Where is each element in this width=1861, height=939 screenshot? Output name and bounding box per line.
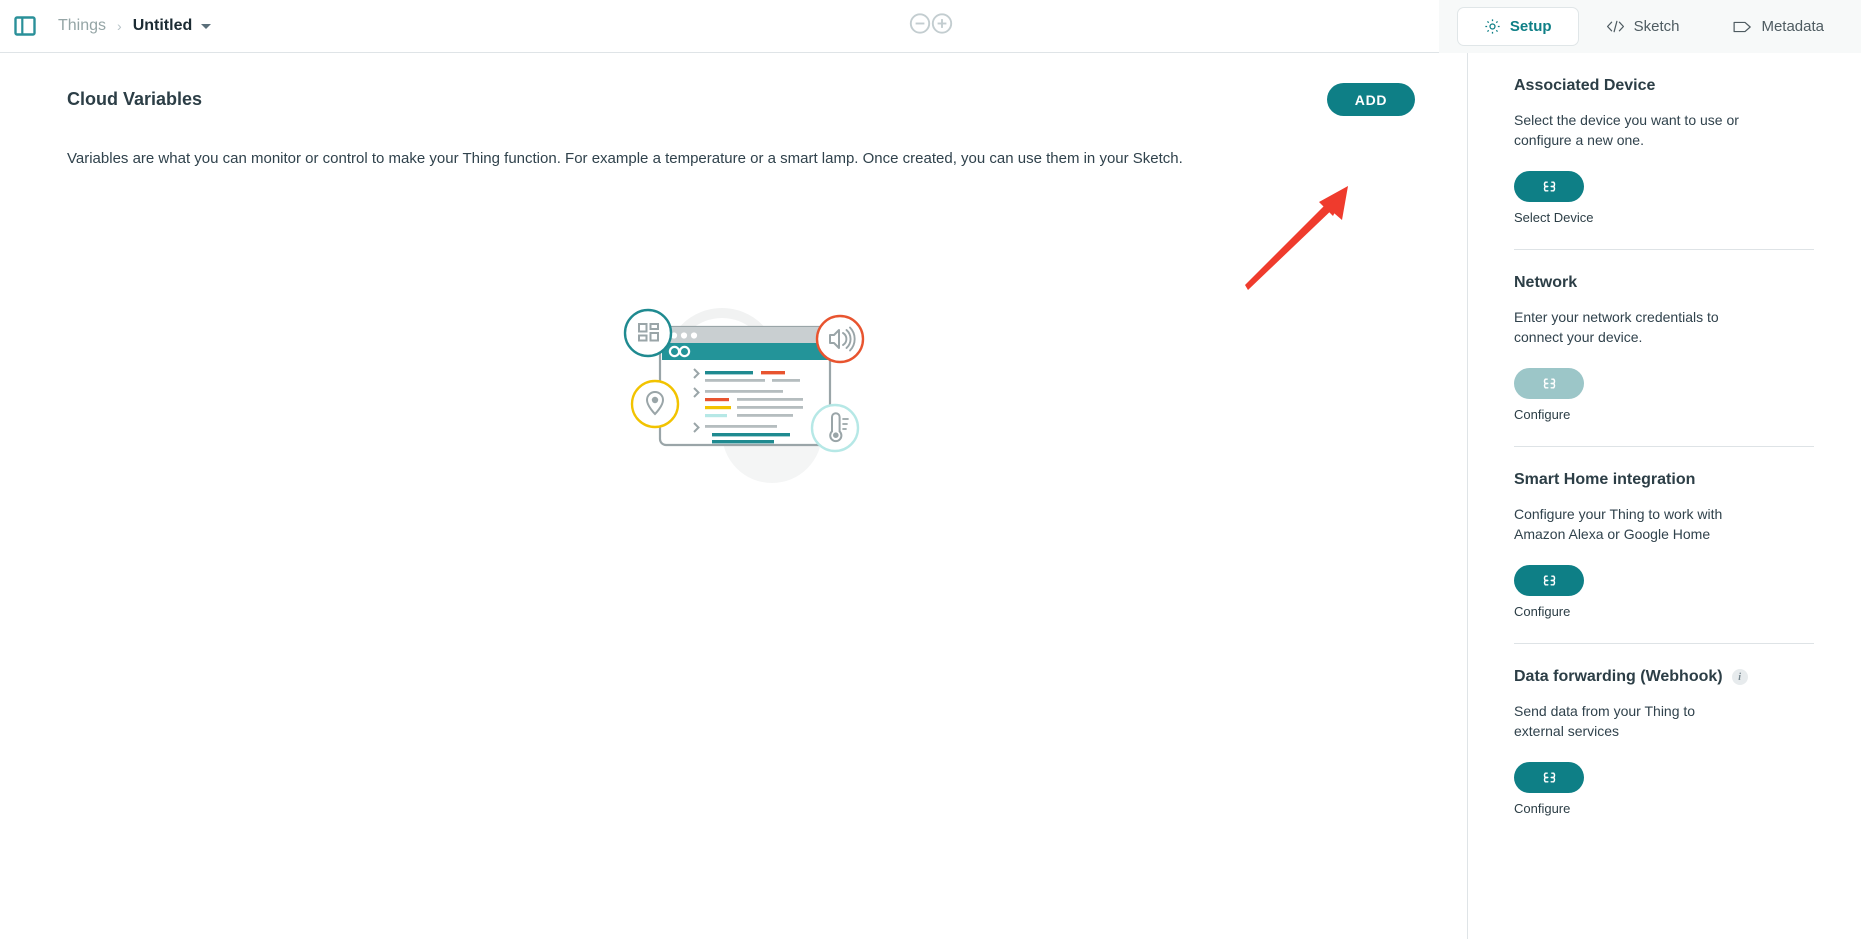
browser-window-illustration: [658, 325, 832, 447]
page-body: Cloud Variables ADD Variables are what y…: [0, 53, 1861, 939]
view-tabs: Setup Sketch Metadata: [1438, 0, 1861, 53]
location-pin-icon: [630, 379, 680, 429]
cloud-variables-header: Cloud Variables ADD: [0, 83, 1467, 116]
cloud-variables-description: Variables are what you can monitor or co…: [67, 150, 1183, 167]
sidebar-section-title: Network: [1514, 274, 1814, 292]
smart-home-configure-button[interactable]: [1514, 565, 1584, 596]
network-configure-button[interactable]: [1514, 368, 1584, 399]
select-device-button-label: Select Device: [1514, 210, 1594, 225]
sidebar-section-smart-home: Smart Home integration Configure your Th…: [1468, 447, 1860, 643]
cloud-variables-panel: Cloud Variables ADD Variables are what y…: [0, 53, 1468, 939]
associated-device-title: Associated Device: [1514, 77, 1656, 94]
top-bar: Things › Untitled Setup Sketch Metadata: [0, 0, 1861, 53]
smart-home-description: Configure your Thing to work with Amazon…: [1514, 506, 1723, 542]
link-chain-icon: [1543, 772, 1555, 783]
cloud-variables-empty-state-illustration: [604, 293, 884, 498]
smart-home-title: Smart Home integration: [1514, 471, 1696, 488]
page-title: Cloud Variables: [67, 89, 203, 109]
sidebar-panel-icon: [14, 16, 36, 36]
sidebar-section-title: Associated Device: [1514, 77, 1814, 95]
tab-setup[interactable]: Setup: [1456, 7, 1579, 46]
breadcrumb: Things › Untitled: [58, 17, 212, 35]
gear-icon: [1484, 18, 1501, 35]
tab-sketch[interactable]: Sketch: [1579, 7, 1707, 46]
network-description: Enter your network credentials to connec…: [1514, 309, 1719, 345]
setup-sidebar: Associated Device Select the device you …: [1468, 53, 1860, 939]
add-variable-button[interactable]: ADD: [1327, 83, 1415, 116]
arduino-infinity-logo: [908, 12, 954, 41]
sidebar-section-title: Smart Home integration: [1514, 471, 1814, 489]
data-forwarding-configure-button[interactable]: [1514, 762, 1584, 793]
select-device-button[interactable]: [1514, 171, 1584, 202]
tab-setup-label: Setup: [1509, 18, 1552, 35]
tab-sketch-label: Sketch: [1633, 18, 1680, 35]
speaker-volume-icon: [815, 314, 865, 364]
smart-home-configure-button-label: Configure: [1514, 604, 1571, 619]
breadcrumb-current-thing[interactable]: Untitled: [133, 17, 193, 35]
network-title: Network: [1514, 274, 1578, 291]
thermometer-icon: [810, 403, 860, 453]
sidebar-panel-toggle-button[interactable]: [8, 9, 42, 43]
network-configure-button-label: Configure: [1514, 407, 1571, 422]
associated-device-description: Select the device you want to use or con…: [1514, 112, 1739, 148]
tab-metadata-label: Metadata: [1761, 18, 1824, 35]
link-chain-icon: [1543, 181, 1555, 192]
dashboard-grid-icon: [623, 308, 673, 358]
chevron-down-icon[interactable]: [201, 23, 212, 29]
data-forwarding-configure-button-label: Configure: [1514, 801, 1571, 816]
breadcrumb-things-link[interactable]: Things: [58, 17, 106, 35]
info-icon[interactable]: i: [1731, 669, 1748, 685]
tab-metadata[interactable]: Metadata: [1706, 7, 1851, 46]
breadcrumb-separator: ›: [117, 18, 122, 34]
link-chain-icon: [1543, 378, 1555, 389]
data-forwarding-description: Send data from your Thing to external se…: [1514, 703, 1696, 739]
sidebar-section-title: Data forwarding (Webhook) i: [1514, 668, 1814, 686]
sidebar-section-data-forwarding: Data forwarding (Webhook) i Send data fr…: [1468, 644, 1860, 840]
code-brackets-icon: [1606, 19, 1625, 34]
data-forwarding-title: Data forwarding (Webhook): [1514, 668, 1723, 685]
sidebar-section-associated-device: Associated Device Select the device you …: [1468, 53, 1860, 249]
tag-icon: [1733, 20, 1752, 34]
link-chain-icon: [1543, 575, 1555, 586]
sidebar-section-network: Network Enter your network credentials t…: [1468, 250, 1860, 446]
red-arrow-pointing-to-add-button: [1245, 171, 1375, 298]
